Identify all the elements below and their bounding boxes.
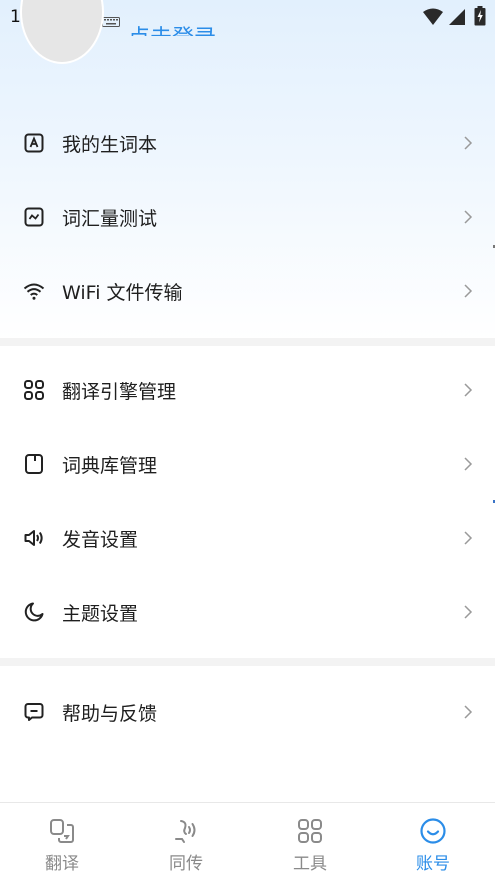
vocabulary-test-icon [22,205,46,229]
speaker-icon [22,526,46,550]
chevron-right-icon [463,604,473,620]
tab-label: 工具 [293,854,327,874]
chevron-right-icon [463,456,473,472]
section-divider [0,658,495,666]
tab-label: 同传 [169,854,203,874]
tab-simultaneous-interpret[interactable]: 同传 [124,803,248,881]
menu-item-help-feedback[interactable]: 帮助与反馈 [0,675,495,749]
chevron-right-icon [463,704,473,720]
moon-icon [22,600,46,624]
tab-label: 账号 [416,854,450,874]
battery-charging-icon [474,6,486,30]
translate-icon [48,817,76,845]
cellular-signal-icon [448,8,466,30]
menu-label: 发音设置 [62,528,139,551]
vocabulary-book-icon [22,131,46,155]
chevron-right-icon [463,283,473,299]
chevron-right-icon [463,382,473,398]
menu-item-translation-engine[interactable]: 翻译引擎管理 [0,353,495,427]
menu-item-vocabulary-book[interactable]: 我的生词本 [0,106,495,180]
menu-label: 词典库管理 [62,454,158,477]
chevron-right-icon [463,530,473,546]
grid-apps-icon [22,378,46,402]
account-smile-icon [419,817,447,845]
feedback-icon [22,700,46,724]
tools-icon [296,817,324,845]
menu-item-pronunciation[interactable]: 发音设置 [0,501,495,575]
menu-item-wifi-transfer[interactable]: WiFi 文件传输 [0,254,495,328]
simultaneous-interpret-icon [172,817,200,845]
tab-label: 翻译 [45,854,79,874]
wifi-icon [22,279,46,303]
section-divider [0,338,495,346]
menu-item-theme[interactable]: 主题设置 [0,575,495,649]
bottom-navigation: 翻译 同传 工具 账号 [0,802,495,881]
menu-item-vocabulary-test[interactable]: 词汇量测试 [0,180,495,254]
menu-label: 我的生词本 [62,133,158,156]
login-prompt[interactable]: 点击登录 [128,14,238,36]
menu-label: 主题设置 [62,602,139,625]
keyboard-icon [102,12,120,31]
menu-label: 翻译引擎管理 [62,380,177,403]
chevron-right-icon [463,209,473,225]
menu-label: 词汇量测试 [62,207,158,230]
tab-translate[interactable]: 翻译 [0,803,124,881]
chevron-right-icon [463,135,473,151]
menu-label: WiFi 文件传输 [62,281,183,304]
tab-tools[interactable]: 工具 [248,803,372,881]
tab-account[interactable]: 账号 [371,803,495,881]
wifi-signal-icon [422,8,444,30]
username-label: 点击登录 [128,26,216,36]
dictionary-icon [22,452,46,476]
menu-item-dictionary-library[interactable]: 词典库管理 [0,427,495,501]
menu-label: 帮助与反馈 [62,702,158,725]
